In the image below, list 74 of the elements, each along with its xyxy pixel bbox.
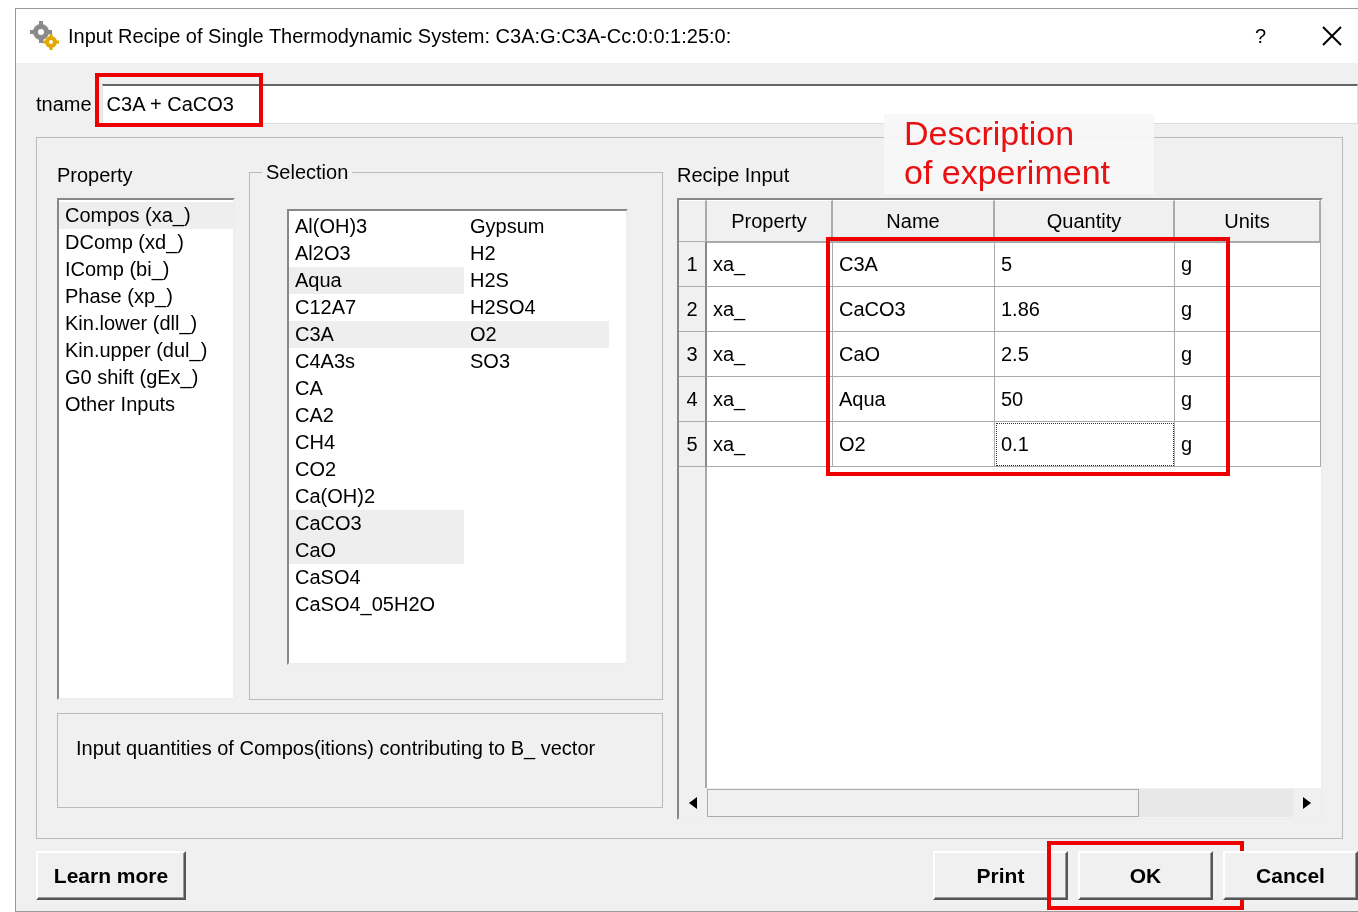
help-button[interactable]: ?	[1254, 21, 1266, 51]
list-item[interactable]: G0 shift (gEx_)	[59, 364, 233, 391]
table-cell[interactable]: O2	[833, 422, 995, 467]
row-header: 5	[679, 422, 707, 467]
table-cell[interactable]: g	[1175, 377, 1321, 422]
list-item[interactable]: Al(OH)3	[289, 213, 464, 240]
list-item[interactable]: DComp (xd_)	[59, 229, 233, 256]
list-item[interactable]: IComp (bi_)	[59, 256, 233, 283]
section-label: Property	[57, 163, 134, 188]
list-item[interactable]: H2S	[464, 267, 609, 294]
list-item[interactable]: C4A3s	[289, 348, 464, 375]
table-cell[interactable]: xa_	[707, 422, 833, 467]
list-item[interactable]: H2SO4	[464, 294, 609, 321]
table-cell[interactable]: 1.86	[995, 287, 1175, 332]
table-cell[interactable]: Aqua	[833, 377, 995, 422]
dialog-button[interactable]: Print	[933, 851, 1068, 900]
table-cell[interactable]: 5	[995, 242, 1175, 287]
list-item[interactable]: Ca(OH)2	[289, 483, 464, 510]
list-item[interactable]: CaSO4_05H2O	[289, 591, 464, 618]
dialog-button[interactable]: Cancel	[1223, 851, 1358, 900]
right-arrow-icon[interactable]	[1303, 797, 1311, 809]
row-header: 4	[679, 377, 707, 422]
list-item[interactable]: Compos (xa_)	[59, 202, 233, 229]
table-cell[interactable]: C3A	[833, 242, 995, 287]
list-item[interactable]: Gypsum	[464, 213, 609, 240]
close-icon[interactable]	[1322, 26, 1342, 46]
field-label: tname	[36, 92, 92, 117]
list-item[interactable]: CA	[289, 375, 464, 402]
list-item[interactable]: CaO	[289, 537, 464, 564]
table-cell[interactable]: g	[1175, 242, 1321, 287]
list-item[interactable]: SO3	[464, 348, 609, 375]
list-item[interactable]: Al2O3	[289, 240, 464, 267]
horizontal-scrollbar[interactable]	[679, 788, 1321, 818]
list-item[interactable]: CaCO3	[289, 510, 464, 537]
list-item[interactable]: CO2	[289, 456, 464, 483]
table-cell[interactable]: 2.5	[995, 332, 1175, 377]
table-cell[interactable]: g	[1175, 422, 1321, 467]
left-arrow-icon[interactable]	[689, 797, 697, 809]
row-header: 2	[679, 287, 707, 332]
list-item[interactable]: CaSO4	[289, 564, 464, 591]
list-item[interactable]: CH4	[289, 429, 464, 456]
table-cell[interactable]: CaO	[833, 332, 995, 377]
list-item[interactable]: Kin.lower (dll_)	[59, 310, 233, 337]
column-header[interactable]: Units	[1175, 200, 1321, 243]
row-header: 1	[679, 242, 707, 287]
table-cell[interactable]: xa_	[707, 287, 833, 332]
table-cell[interactable]: 0.1	[995, 422, 1175, 467]
list-item[interactable]: Phase (xp_)	[59, 283, 233, 310]
list-item[interactable]: Other Inputs	[59, 391, 233, 418]
annotation-text: Description of experiment	[884, 114, 1154, 194]
table-cell[interactable]: 50	[995, 377, 1175, 422]
list-item[interactable]: CA2	[289, 402, 464, 429]
table-cell[interactable]: xa_	[707, 332, 833, 377]
list-item[interactable]: H2	[464, 240, 609, 267]
list-item[interactable]: O2	[464, 321, 609, 348]
dialog-button[interactable]: Learn more	[36, 851, 186, 900]
hint-text: Input quantities of Compos(itions) contributing to B_ vector	[57, 713, 663, 808]
table-cell[interactable]: g	[1175, 332, 1321, 377]
list-item[interactable]: C3A	[289, 321, 464, 348]
row-header: 3	[679, 332, 707, 377]
table-cell[interactable]: xa_	[707, 242, 833, 287]
section-label: Recipe Input	[677, 163, 790, 188]
table-cell[interactable]: g	[1175, 287, 1321, 332]
column-header[interactable]: Property	[707, 200, 833, 243]
table-cell[interactable]: xa_	[707, 377, 833, 422]
column-header[interactable]: Name	[833, 200, 995, 243]
list-item[interactable]: C12A7	[289, 294, 464, 321]
list-item[interactable]: Aqua	[289, 267, 464, 294]
list-item[interactable]: Kin.upper (dul_)	[59, 337, 233, 364]
table-cell[interactable]: CaCO3	[833, 287, 995, 332]
window-title: Input Recipe of Single Thermodynamic System: C3A:G:C3A-Cc:0:0:1:25:0:	[68, 24, 733, 49]
gear-icon	[30, 21, 60, 51]
dialog-button[interactable]: OK	[1078, 851, 1213, 900]
column-header[interactable]: Quantity	[995, 200, 1175, 243]
